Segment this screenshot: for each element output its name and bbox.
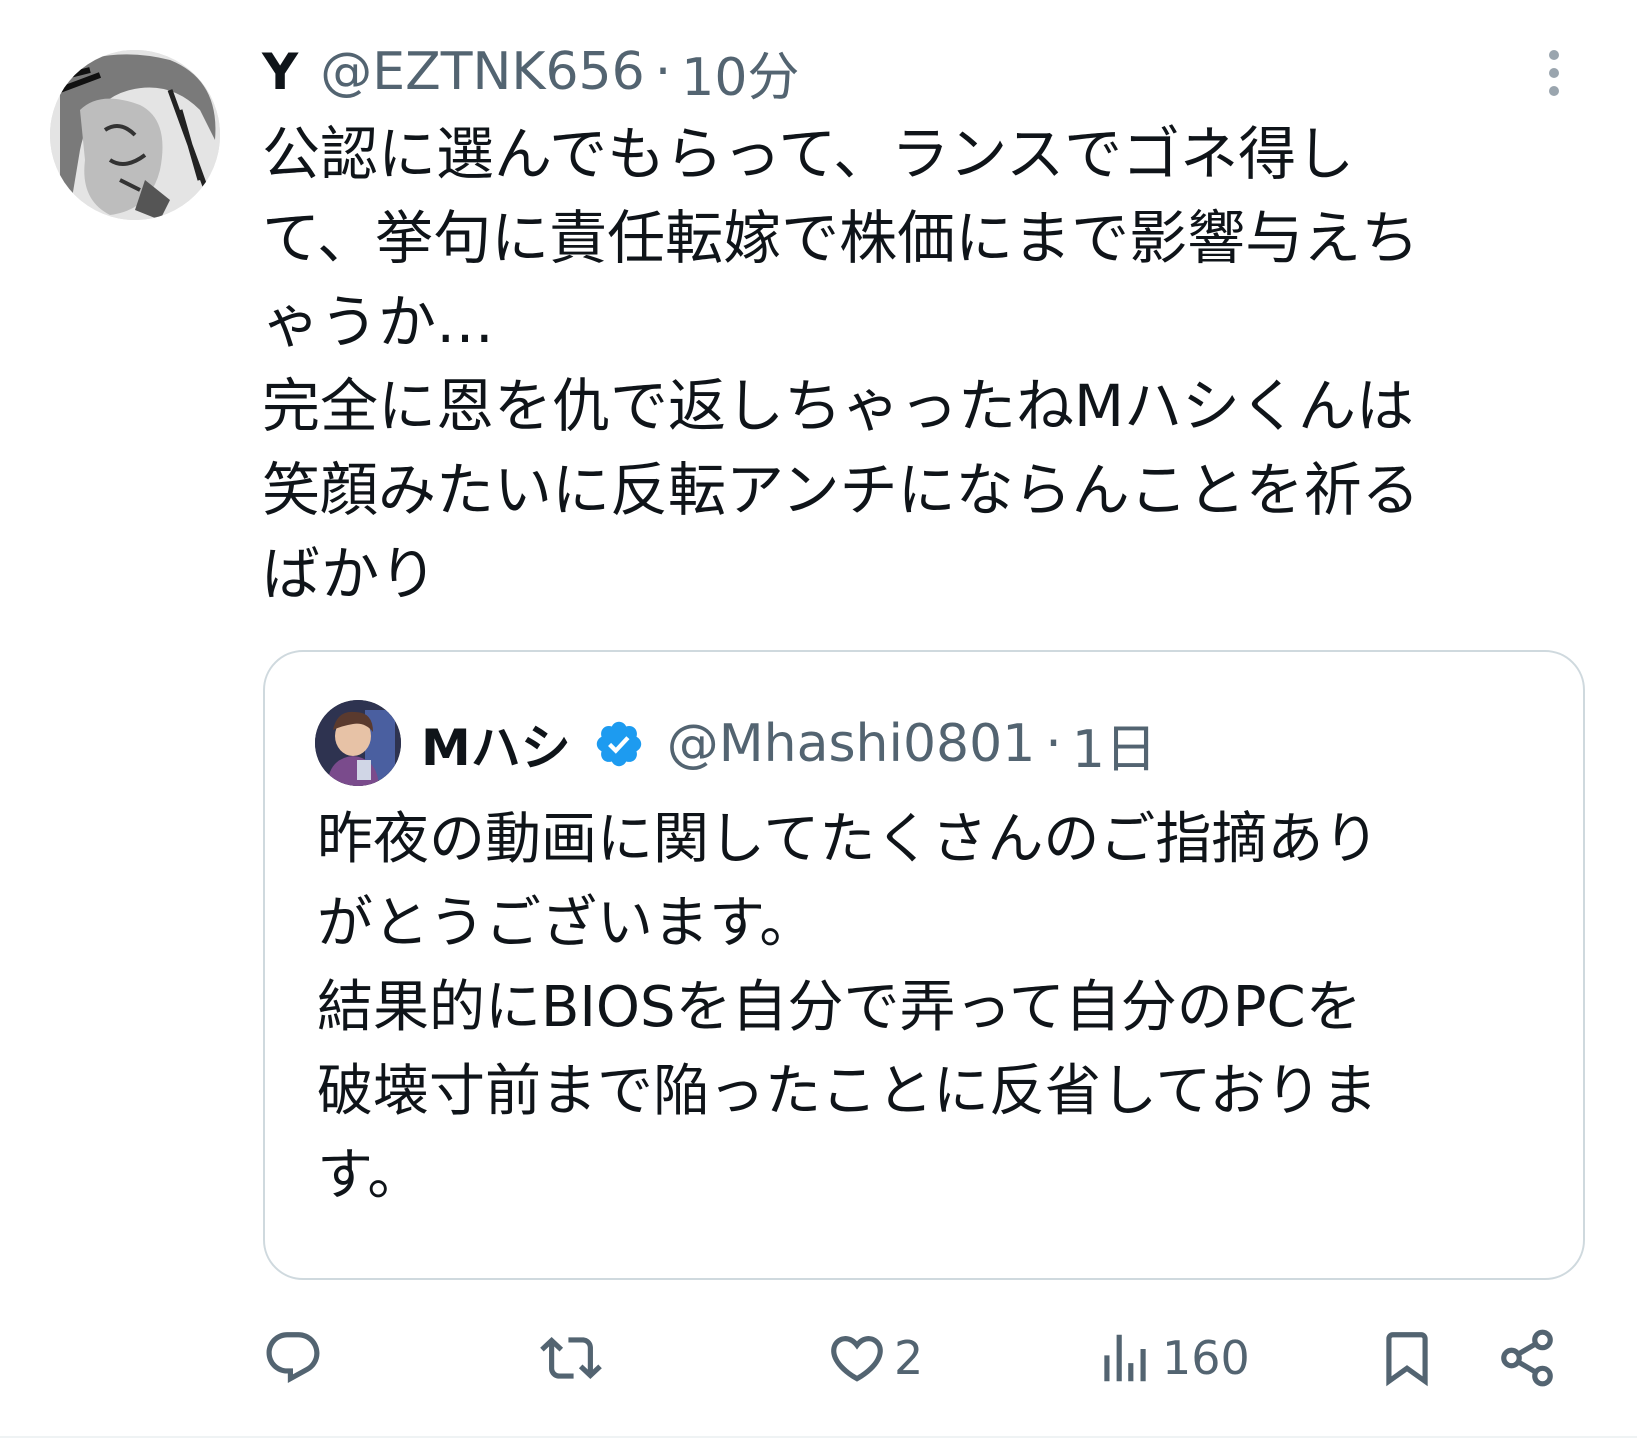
bookmark-icon	[1386, 1332, 1428, 1387]
reply-icon	[266, 1332, 320, 1384]
quoted-tweet[interactable]: Mハシ @Mhashi0801 · 1日 昨夜の動画に関してたくさんのご指摘あり…	[263, 650, 1585, 1280]
more-icon[interactable]	[1534, 44, 1574, 106]
share-button[interactable]	[1496, 1318, 1558, 1398]
author-name[interactable]: Y	[262, 43, 298, 101]
separator-dot: ·	[654, 42, 672, 102]
author-avatar[interactable]	[50, 50, 220, 220]
quoted-author-handle[interactable]: @Mhashi0801	[667, 714, 1036, 774]
quoted-author-name[interactable]: Mハシ	[421, 708, 571, 780]
like-count: 2	[894, 1331, 924, 1385]
retweet-button[interactable]	[540, 1318, 608, 1398]
quoted-tweet-text: 昨夜の動画に関してたくさんのご指摘あり がとうございます。 結果的にBIOSを自…	[317, 807, 1380, 1208]
views-count: 160	[1162, 1331, 1250, 1385]
action-bar: 2 160	[0, 1318, 1637, 1398]
tweet-time[interactable]: 10分	[681, 35, 799, 110]
heart-icon	[831, 1336, 883, 1382]
views-icon	[1104, 1334, 1146, 1382]
tweet[interactable]: Y @EZTNK656 · 10分 公認に選んでもらって、ランスでゴネ得し て、…	[0, 0, 1637, 1438]
verified-badge-icon	[596, 721, 641, 767]
bookmark-button[interactable]	[1376, 1318, 1438, 1398]
tweet-header: Y @EZTNK656 · 10分	[262, 36, 799, 108]
like-button[interactable]: 2	[826, 1318, 923, 1398]
retweet-icon	[540, 1337, 602, 1379]
reply-button[interactable]	[262, 1318, 330, 1398]
quoted-tweet-header: Mハシ @Mhashi0801 · 1日	[421, 704, 1157, 784]
share-icon	[1501, 1329, 1553, 1387]
author-handle[interactable]: @EZTNK656	[320, 42, 645, 102]
quoted-tweet-time[interactable]: 1日	[1072, 707, 1157, 782]
quoted-author-avatar[interactable]	[315, 700, 401, 786]
quoted-separator-dot: ·	[1045, 714, 1062, 774]
views-button[interactable]: 160	[1094, 1318, 1250, 1398]
tweet-text: 公認に選んでもらって、ランスでゴネ得し て、挙句に責任転嫁で株価にまで影響与えち…	[262, 120, 1420, 608]
